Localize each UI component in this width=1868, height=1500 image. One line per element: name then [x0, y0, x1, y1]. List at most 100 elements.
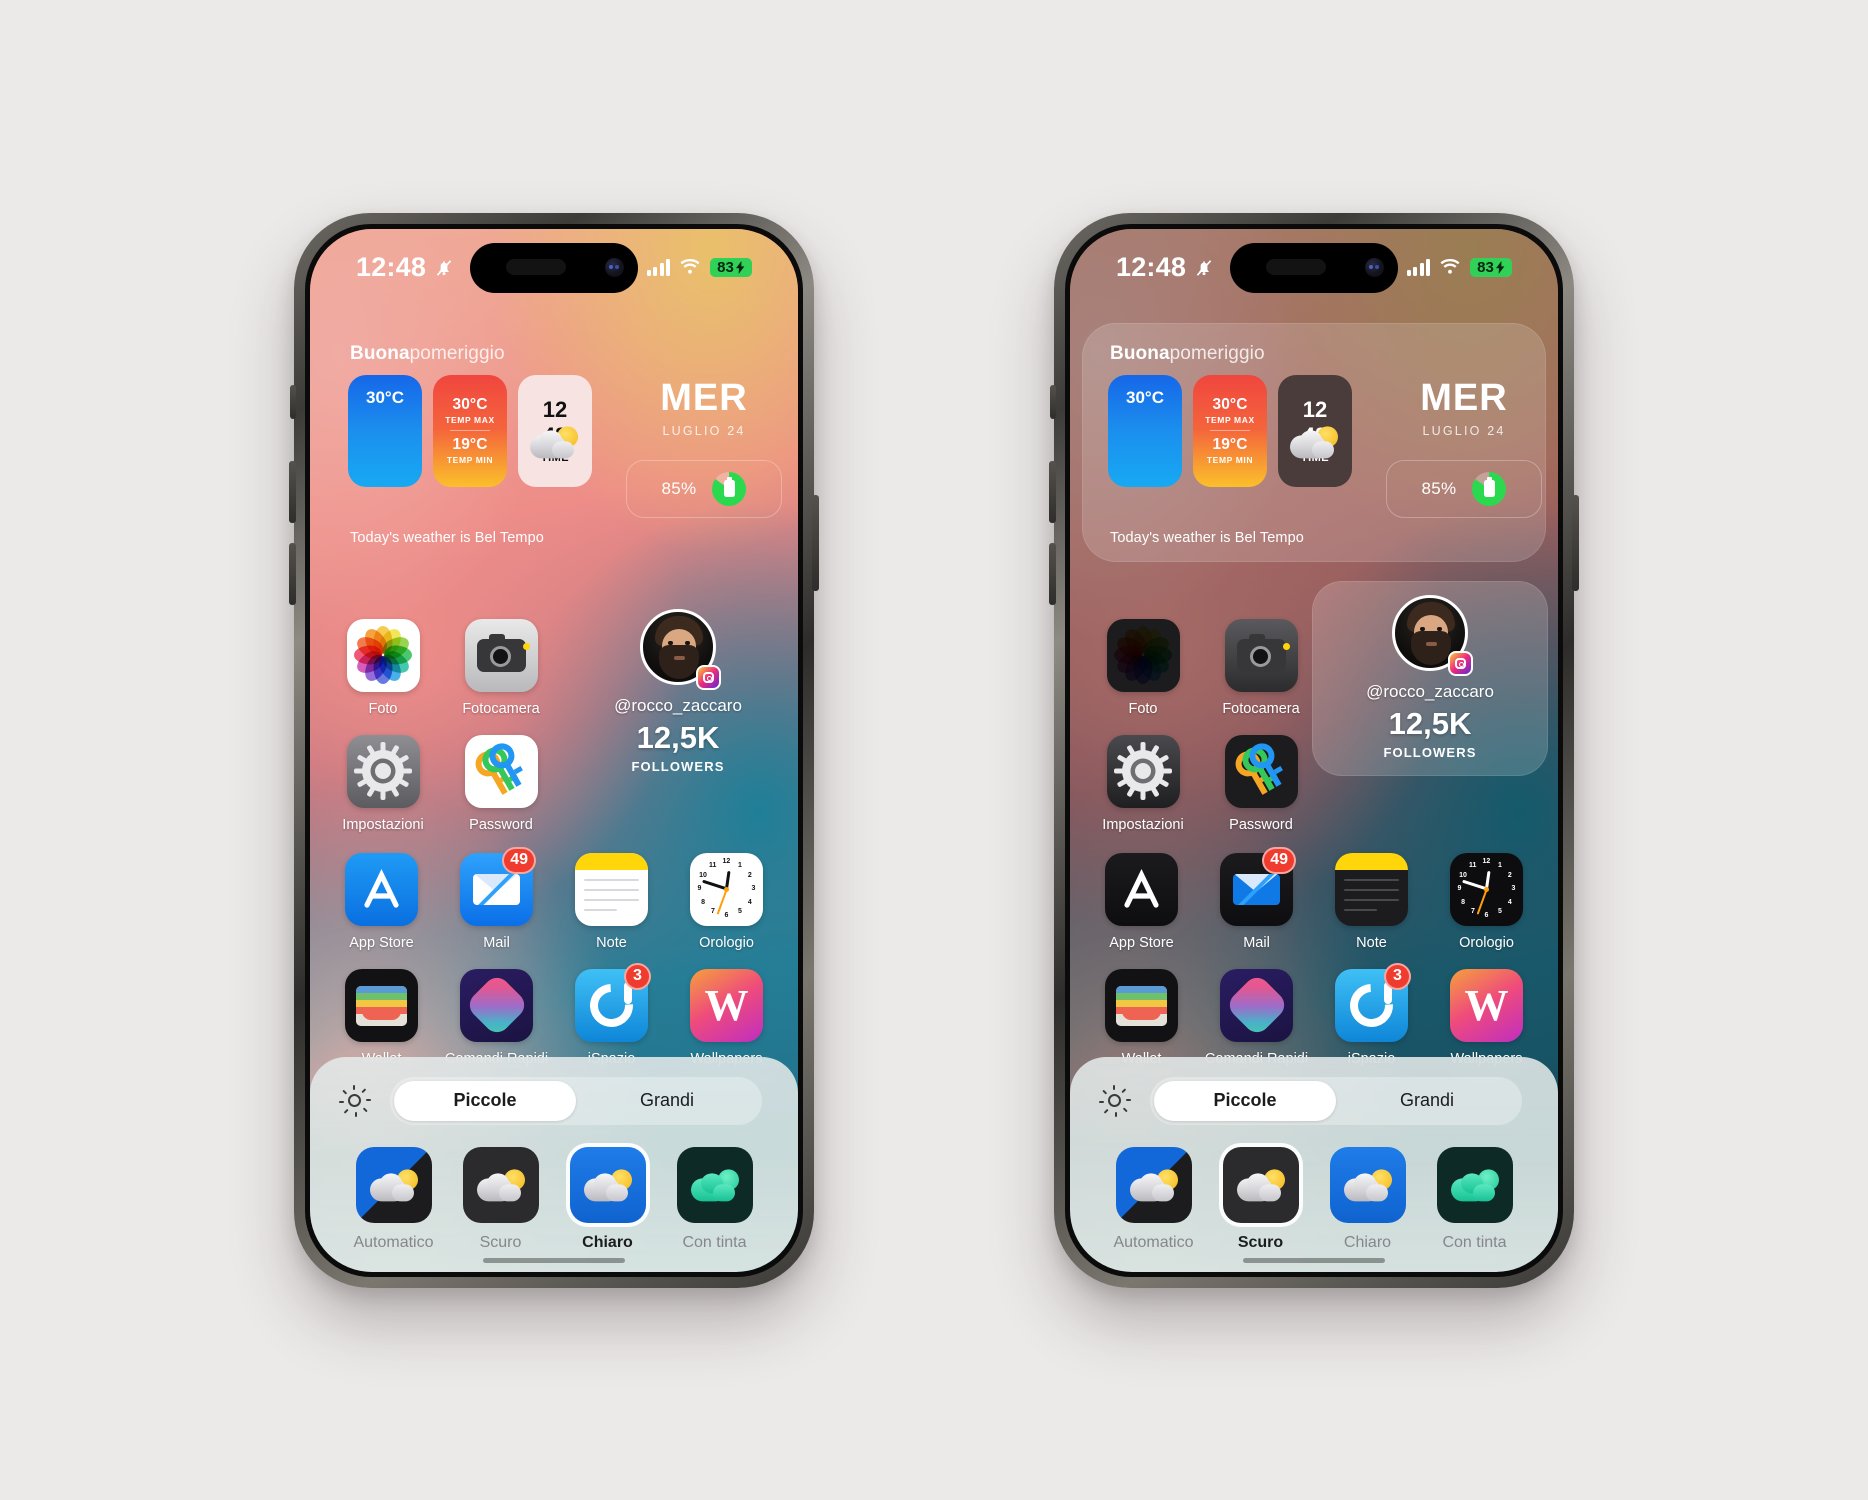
wallpapers-icon[interactable]: W — [1450, 968, 1523, 1042]
notes-icon[interactable] — [1335, 852, 1408, 926]
appearance-swatch-auto[interactable] — [1115, 1146, 1192, 1223]
appearance-swatch-light[interactable] — [1329, 1146, 1406, 1223]
settings-icon[interactable] — [346, 734, 420, 808]
appearance-swatch-auto[interactable] — [355, 1146, 432, 1223]
app-fotocamera[interactable]: Fotocamera — [442, 618, 560, 717]
app-foto[interactable]: Foto — [324, 618, 442, 717]
appearance-swatch-light[interactable] — [569, 1146, 646, 1223]
silent-switch[interactable] — [290, 384, 296, 419]
app-comandi rapidi[interactable]: Comandi Rapidi — [439, 968, 554, 1067]
app-impostazioni[interactable]: Impostazioni — [324, 734, 442, 833]
app-note[interactable]: Note — [554, 852, 669, 951]
appearance-swatch-dark[interactable] — [462, 1146, 539, 1223]
temp-max-label: TEMP MAX — [445, 415, 495, 425]
app-impostazioni[interactable]: Impostazioni — [1084, 734, 1202, 833]
appearance-swatch-tint[interactable] — [676, 1146, 753, 1223]
info-widget[interactable]: Buonapomeriggio 30°C 30°C TEMP MAX 19°C … — [322, 323, 786, 562]
app-store-icon[interactable] — [1105, 852, 1178, 926]
appearance-option-auto[interactable]: Automatico — [340, 1146, 447, 1252]
app-mail[interactable]: 49 Mail — [1199, 846, 1314, 951]
app-foto[interactable]: Foto — [1084, 618, 1202, 717]
app-store-icon[interactable] — [345, 852, 418, 926]
app-wallet[interactable]: Wallet — [324, 968, 439, 1067]
home-indicator[interactable] — [483, 1257, 625, 1263]
instagram-widget[interactable]: @rocco_zaccaro 12,5K FOLLOWERS — [560, 595, 796, 790]
app-password[interactable]: Password — [1202, 734, 1320, 833]
appearance-label: Con tinta — [1442, 1233, 1507, 1251]
icon-size-segmented-control[interactable]: Piccole Grandi — [390, 1076, 762, 1125]
temperature-range-tile[interactable]: 30°C TEMP MAX 19°C TEMP MIN — [433, 374, 507, 487]
appearance-option-light[interactable]: Chiaro — [554, 1146, 661, 1252]
weather-tile[interactable]: 30°C — [1108, 374, 1338, 487]
home-indicator[interactable] — [1243, 1257, 1385, 1263]
shortcuts-icon[interactable] — [1220, 968, 1293, 1042]
power-button[interactable] — [1572, 494, 1579, 591]
temp-min-label: TEMP MIN — [1206, 455, 1254, 465]
power-button[interactable] — [812, 494, 819, 591]
appearance-label: Chiaro — [582, 1233, 633, 1251]
temp-max-block: 30°C TEMP MAX — [445, 392, 495, 429]
camera-icon[interactable] — [1224, 618, 1298, 692]
clock-icon[interactable]: 12 1 2 3 4 5 6 7 8 9 10 11 — [1450, 852, 1523, 926]
size-segment-grandi[interactable]: Grandi — [1336, 1081, 1518, 1121]
photos-icon[interactable] — [346, 618, 420, 692]
instagram-widget[interactable]: @rocco_zaccaro 12,5K FOLLOWERS — [1312, 580, 1548, 776]
widget-tiles: 30°C 30°C TEMP MAX 19°C TEMP MIN 12 — [1100, 374, 1352, 487]
passwords-icon[interactable] — [1224, 734, 1298, 808]
clock-icon[interactable]: 12 1 2 3 4 5 6 7 8 9 10 11 — [690, 852, 763, 926]
volume-down-button[interactable] — [1049, 542, 1056, 605]
volume-up-button[interactable] — [289, 460, 296, 523]
volume-up-button[interactable] — [1049, 460, 1056, 523]
app-mail[interactable]: 49 Mail — [439, 846, 554, 951]
brightness-icon[interactable] — [336, 1083, 372, 1119]
weather-temp: 30°C — [1126, 387, 1164, 407]
app-app store[interactable]: App Store — [1084, 852, 1199, 951]
settings-icon[interactable] — [1106, 734, 1180, 808]
temperature-range-tile[interactable]: 30°C TEMP MAX 19°C TEMP MIN — [1193, 374, 1267, 487]
size-segment-grandi[interactable]: Grandi — [576, 1081, 758, 1121]
appearance-option-dark[interactable]: Scuro — [1207, 1146, 1314, 1252]
app-note[interactable]: Note — [1314, 852, 1429, 951]
earpiece-speaker — [1266, 258, 1326, 275]
wallet-icon[interactable] — [1105, 968, 1178, 1042]
battery-widget[interactable]: 85% — [626, 459, 782, 518]
appearance-option-dark[interactable]: Scuro — [447, 1146, 554, 1252]
app-ispazio[interactable]: 3 iSpazio — [554, 962, 669, 1067]
appearance-option-tint[interactable]: Con tinta — [661, 1146, 768, 1252]
app-ispazio[interactable]: 3 iSpazio — [1314, 962, 1429, 1067]
camera-icon[interactable] — [464, 618, 538, 692]
appearance-option-tint[interactable]: Con tinta — [1421, 1146, 1528, 1252]
app-fotocamera[interactable]: Fotocamera — [1202, 618, 1320, 717]
info-widget[interactable]: Buonapomeriggio 30°C 30°C TEMP MAX 19°C … — [1082, 322, 1546, 562]
appearance-swatch-dark[interactable] — [1222, 1146, 1299, 1223]
weather-note: Today's weather is Bel Tempo — [350, 529, 544, 546]
wallpapers-icon[interactable]: W — [690, 968, 763, 1042]
icon-size-segmented-control[interactable]: Piccole Grandi — [1150, 1076, 1522, 1125]
appearance-option-auto[interactable]: Automatico — [1100, 1146, 1207, 1252]
app-wallet[interactable]: Wallet — [1084, 968, 1199, 1067]
notes-icon[interactable] — [575, 852, 648, 926]
brightness-icon[interactable] — [1096, 1083, 1132, 1119]
app-password[interactable]: Password — [442, 734, 560, 833]
photos-icon[interactable] — [1106, 618, 1180, 692]
app-comandi rapidi[interactable]: Comandi Rapidi — [1199, 968, 1314, 1067]
app-app store[interactable]: App Store — [324, 852, 439, 951]
appearance-option-light[interactable]: Chiaro — [1314, 1146, 1421, 1252]
appearance-swatch-tint[interactable] — [1436, 1146, 1513, 1223]
volume-down-button[interactable] — [289, 542, 296, 605]
battery-widget[interactable]: 85% — [1386, 459, 1542, 518]
silent-switch[interactable] — [1050, 384, 1056, 419]
size-segment-piccole[interactable]: Piccole — [1154, 1080, 1336, 1121]
app-wallpapers[interactable]: W Wallpapers — [1429, 968, 1544, 1067]
size-segment-piccole[interactable]: Piccole — [394, 1080, 576, 1121]
app-orologio[interactable]: 12 1 2 3 4 5 6 7 8 9 10 11 Orologio — [1429, 852, 1544, 951]
shortcuts-icon[interactable] — [460, 968, 533, 1042]
app-wallpapers[interactable]: W Wallpapers — [669, 968, 784, 1067]
passwords-icon[interactable] — [464, 734, 538, 808]
app-orologio[interactable]: 12 1 2 3 4 5 6 7 8 9 10 11 Orologio — [669, 852, 784, 951]
weather-tile[interactable]: 30°C — [348, 374, 578, 487]
appearance-label: Automatico — [1113, 1233, 1194, 1251]
wallet-icon[interactable] — [345, 968, 418, 1042]
partly-cloudy-icon — [1342, 1168, 1394, 1203]
appearance-label: Con tinta — [682, 1233, 747, 1251]
